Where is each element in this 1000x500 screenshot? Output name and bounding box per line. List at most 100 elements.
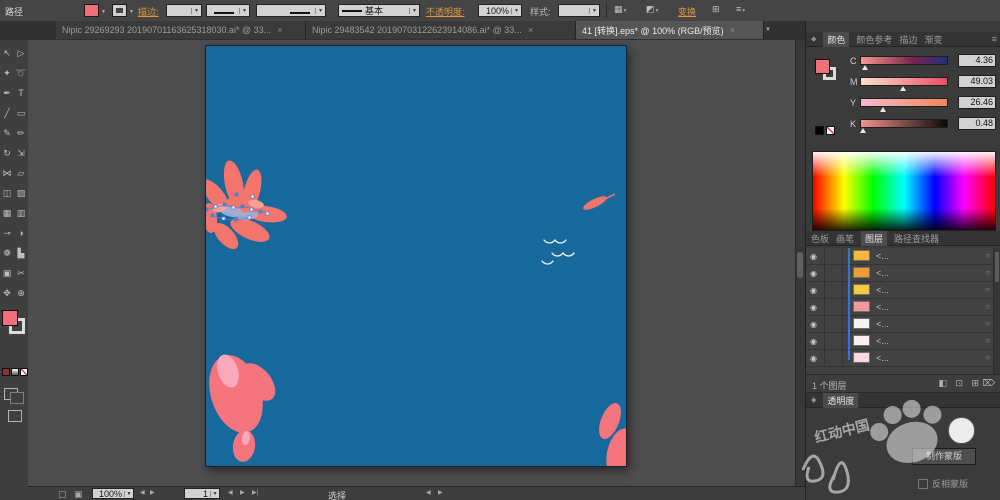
eyedropper-tool[interactable]: ⊸ (0, 223, 14, 243)
rotate-tool[interactable]: ↻ (0, 143, 14, 163)
artboard-tool[interactable]: ▣ (0, 263, 14, 283)
layer-thumbnail[interactable] (853, 267, 870, 278)
opacity-mask-thumbnail[interactable] (948, 417, 975, 444)
new-layer-icon[interactable]: ⊞ (971, 378, 979, 389)
channel-slider-marker[interactable] (900, 86, 907, 91)
type-tool[interactable]: T (14, 83, 28, 103)
layer-target-icon[interactable]: ○ (985, 319, 990, 328)
channel-value-input[interactable]: 49.03 (958, 75, 996, 88)
opacity-arrow-icon[interactable]: ▼ (511, 7, 521, 14)
layer-target-icon[interactable]: ○ (985, 268, 990, 277)
layer-target-icon[interactable]: ○ (985, 251, 990, 260)
tab-stroke[interactable]: 描边 (899, 33, 917, 46)
layer-name[interactable]: <... (876, 353, 889, 363)
layer-thumbnail[interactable] (853, 250, 870, 261)
brush-arrow-icon[interactable]: ▼ (409, 7, 419, 14)
tab-color-guide[interactable]: 颜色参考 (856, 33, 892, 46)
stroke-profile-arrow-icon[interactable]: ▼ (239, 7, 249, 14)
channel-slider-marker[interactable] (862, 65, 869, 70)
pencil-tool[interactable]: ✏ (14, 123, 28, 143)
layer-row[interactable]: ◉ <... ○ (806, 333, 1000, 350)
layer-target-icon[interactable]: ○ (985, 302, 990, 311)
fill-dropdown-icon[interactable]: ▼ (101, 9, 106, 15)
panel-menu-icon[interactable]: ≡ (992, 34, 997, 44)
layer-target-icon[interactable]: ○ (985, 353, 990, 362)
make-mask-button[interactable]: 制作蒙版 (912, 448, 976, 465)
stroke-panel-link[interactable]: 描边: (138, 5, 159, 18)
artboard-number[interactable]: 1 (185, 489, 210, 499)
tab-gradient[interactable]: 渐变 (924, 33, 942, 46)
variable-width-arrow-icon[interactable]: ▼ (315, 7, 325, 14)
page-tile-icon[interactable]: ▢ (58, 489, 67, 500)
artboard-prev-icon[interactable]: ◀ (228, 489, 233, 496)
perspective-grid-tool[interactable]: ▨ (14, 183, 28, 203)
stroke-weight-dropdown[interactable]: ▼ (166, 4, 202, 17)
channel-slider[interactable] (860, 56, 948, 70)
width-tool[interactable]: ⋈ (0, 163, 14, 183)
paintbrush-tool[interactable]: ✎ (0, 123, 14, 143)
layer-name[interactable]: <... (876, 319, 889, 329)
artboard[interactable] (205, 45, 627, 467)
slice-tool[interactable]: ✂ (14, 263, 28, 283)
layer-name[interactable]: <... (876, 285, 889, 295)
shape-builder-tool[interactable]: ◫ (0, 183, 14, 203)
magic-wand-tool[interactable]: ✦ (0, 63, 14, 83)
draw-behind-icon[interactable] (10, 392, 24, 404)
opacity-value[interactable]: 100% (479, 6, 511, 16)
artboard-next-icon[interactable]: ▶ (240, 489, 245, 496)
document-tab-3-active[interactable]: 41 [转换].eps* @ 100% (RGB/预览) × (576, 21, 764, 39)
lasso-tool[interactable]: ➰ (14, 63, 28, 83)
rectangle-tool[interactable]: ▭ (14, 103, 28, 123)
zoom-prev-icon[interactable]: ◀ (140, 489, 145, 496)
tab-overflow-icon[interactable]: ▼ (765, 27, 771, 33)
visibility-eye-icon[interactable]: ◉ (810, 286, 817, 295)
document-tab-2[interactable]: Nipic 29483542 20190703122623914086.ai* … (306, 21, 576, 39)
opacity-panel-link[interactable]: 不透明度: (426, 5, 465, 18)
layer-thumbnail[interactable] (853, 301, 870, 312)
screen-mode-button[interactable] (8, 410, 22, 422)
tab-brushes[interactable]: 画笔 (836, 232, 854, 245)
visibility-eye-icon[interactable]: ◉ (810, 252, 817, 261)
document-tab-1[interactable]: Nipic 29269293 20190701163625318030.ai* … (56, 21, 306, 39)
artboard-nav-dropdown[interactable]: 1 ▼ (184, 488, 220, 499)
stroke-color-swatch[interactable] (112, 4, 127, 17)
symbol-sprayer-tool[interactable]: ❁ (0, 243, 14, 263)
tab-layers[interactable]: 图层 (861, 230, 888, 246)
free-transform-tool[interactable]: ▱ (14, 163, 28, 183)
layer-thumbnail[interactable] (853, 318, 870, 329)
layer-row[interactable]: ◉ <... ○ (806, 316, 1000, 333)
tab-transparency[interactable]: 透明度 (823, 392, 859, 408)
control-menu-icon[interactable]: ≡▼ (736, 4, 746, 14)
hand-tool[interactable]: ✥ (0, 283, 14, 303)
panel-fill-swatch[interactable] (815, 59, 830, 74)
panel-collapse-icon[interactable]: ◆ (811, 35, 816, 43)
visibility-eye-icon[interactable]: ◉ (810, 303, 817, 312)
stroke-profile-dropdown[interactable]: ▼ (206, 4, 250, 17)
stroke-weight-arrow-icon[interactable]: ▼ (191, 7, 201, 14)
style-arrow-icon[interactable]: ▼ (589, 7, 599, 14)
style-dropdown[interactable]: ▼ (558, 4, 600, 17)
channel-slider[interactable] (860, 98, 948, 112)
toolbar-fill-swatch[interactable] (2, 310, 18, 326)
fill-color-swatch[interactable] (84, 4, 99, 17)
stroke-dropdown-icon[interactable]: ▼ (129, 9, 134, 15)
channel-value-input[interactable]: 0.48 (958, 117, 996, 130)
layer-name[interactable]: <... (876, 251, 889, 261)
layer-thumbnail[interactable] (853, 352, 870, 363)
zoom-value[interactable]: 100% (93, 489, 124, 499)
align-options-icon[interactable]: ◩▼ (646, 4, 659, 15)
layer-target-icon[interactable]: ○ (985, 336, 990, 345)
zoom-tool[interactable]: ⊕ (14, 283, 28, 303)
tab-pathfinder[interactable]: 路径查找器 (894, 232, 939, 245)
layer-row[interactable]: ◉ <... ○ (806, 248, 1000, 265)
invert-mask-checkbox[interactable] (918, 478, 928, 489)
tab-color[interactable]: 颜色 (823, 31, 850, 47)
direct-selection-tool[interactable]: ▷ (14, 43, 28, 63)
layer-row[interactable]: ◉ <... ○ (806, 299, 1000, 316)
color-spectrum[interactable] (812, 151, 996, 231)
layer-thumbnail[interactable] (853, 284, 870, 295)
scale-tool[interactable]: ⇲ (14, 143, 28, 163)
layers-scrollbar[interactable] (993, 248, 1000, 374)
channel-value-input[interactable]: 4.36 (958, 54, 996, 67)
black-swatch[interactable] (815, 126, 824, 135)
